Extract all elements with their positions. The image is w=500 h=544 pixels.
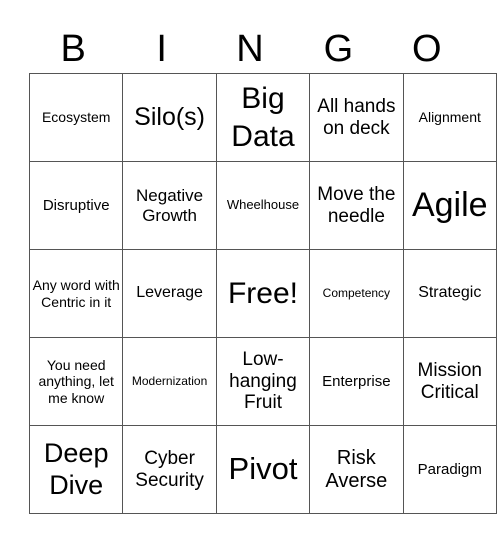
bingo-cell[interactable]: Wheelhouse bbox=[215, 161, 311, 250]
bingo-cell free-space[interactable]: Free! bbox=[215, 249, 311, 338]
bingo-cell[interactable]: Enterprise bbox=[309, 337, 404, 426]
grid-row: Disruptive Negative Growth Wheelhouse Mo… bbox=[28, 161, 497, 250]
bingo-cell[interactable]: Leverage bbox=[122, 249, 217, 338]
bingo-cell[interactable]: Competency bbox=[309, 249, 404, 338]
bingo-cell[interactable]: Negative Growth bbox=[122, 161, 217, 250]
bingo-cell[interactable]: Low-hanging Fruit bbox=[215, 337, 311, 426]
bingo-cell[interactable]: Alignment bbox=[402, 73, 497, 162]
bingo-cell[interactable]: Ecosystem bbox=[28, 73, 124, 162]
bingo-header: B I N G O bbox=[29, 24, 471, 74]
header-letter-i: I bbox=[156, 28, 167, 70]
header-letter-g: G bbox=[323, 28, 354, 70]
header-letter-b: B bbox=[60, 28, 86, 70]
bingo-cell[interactable]: Deep Dive bbox=[28, 425, 124, 514]
bingo-cell[interactable]: You need anything, let me know bbox=[28, 337, 124, 426]
bingo-cell[interactable]: All hands on deck bbox=[309, 73, 404, 162]
bingo-grid: Ecosystem Silo(s) Big Data All hands on … bbox=[28, 73, 497, 514]
grid-row: Ecosystem Silo(s) Big Data All hands on … bbox=[28, 73, 497, 162]
grid-row: Deep Dive Cyber Security Pivot Risk Aver… bbox=[28, 425, 497, 514]
bingo-cell[interactable]: Agile bbox=[402, 161, 497, 250]
bingo-cell[interactable]: Cyber Security bbox=[122, 425, 217, 514]
bingo-cell[interactable]: Big Data bbox=[215, 73, 311, 162]
header-letter-o: O bbox=[412, 28, 442, 70]
bingo-cell[interactable]: Silo(s) bbox=[122, 73, 217, 162]
bingo-cell[interactable]: Risk Averse bbox=[309, 425, 404, 514]
bingo-cell[interactable]: Disruptive bbox=[28, 161, 124, 250]
bingo-cell[interactable]: Move the needle bbox=[309, 161, 404, 250]
bingo-cell[interactable]: Strategic bbox=[402, 249, 497, 338]
bingo-cell[interactable]: Mission Critical bbox=[402, 337, 497, 426]
bingo-cell[interactable]: Pivot bbox=[215, 425, 311, 514]
bingo-cell[interactable]: Modernization bbox=[122, 337, 217, 426]
header-letter-n: N bbox=[236, 28, 264, 70]
bingo-cell[interactable]: Paradigm bbox=[402, 425, 497, 514]
bingo-cell[interactable]: Any word with Centric in it bbox=[28, 249, 124, 338]
grid-row: Any word with Centric in it Leverage Fre… bbox=[28, 249, 497, 338]
grid-row: You need anything, let me know Moderniza… bbox=[28, 337, 497, 426]
